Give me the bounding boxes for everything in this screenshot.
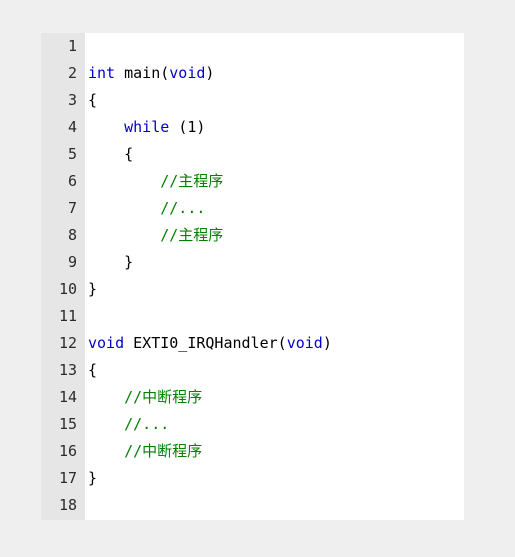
code-token-comment: //主程序 (160, 226, 224, 244)
line-number: 11 (58, 307, 77, 325)
code-token-kw: void (169, 64, 206, 82)
code-token-comment: //中断程序 (124, 388, 203, 406)
code-token-kw: void (286, 334, 323, 352)
code-token-comment: //主程序 (160, 172, 224, 190)
code-token-kw: void (88, 334, 125, 352)
code-line[interactable]: 8 //主程序 (41, 222, 464, 249)
code-token-punct: ) (322, 334, 332, 352)
code-token-kw: int (88, 64, 116, 82)
code-line[interactable]: 17} (41, 465, 464, 492)
line-number: 14 (58, 388, 77, 406)
line-code[interactable]: //... (88, 411, 169, 438)
code-token-punct: ) (205, 64, 215, 82)
line-code[interactable]: //主程序 (88, 222, 223, 249)
code-token-punct: ) (196, 118, 206, 136)
line-number: 7 (67, 199, 77, 217)
line-code[interactable]: //... (88, 195, 205, 222)
line-number: 12 (58, 334, 77, 352)
line-number: 8 (67, 226, 77, 244)
line-number: 13 (58, 361, 77, 379)
line-number: 1 (67, 37, 77, 55)
code-line[interactable]: 6 //主程序 (41, 168, 464, 195)
code-token-plain: EXTI0_IRQHandler (133, 334, 278, 352)
code-line[interactable]: 14 //中断程序 (41, 384, 464, 411)
code-line[interactable]: 11 (41, 303, 464, 330)
line-code[interactable]: void EXTI0_IRQHandler(void) (88, 330, 332, 357)
line-code[interactable]: int main(void) (88, 60, 214, 87)
line-code[interactable]: } (88, 249, 133, 276)
code-token-comment: //... (124, 415, 170, 433)
code-line[interactable]: 4 while (1) (41, 114, 464, 141)
code-line[interactable]: 5 { (41, 141, 464, 168)
line-number: 16 (58, 442, 77, 460)
line-number: 4 (67, 118, 77, 136)
code-line[interactable]: 1 (41, 33, 464, 60)
line-code[interactable]: //中断程序 (88, 384, 202, 411)
code-token-punct: } (88, 469, 98, 487)
code-token-punct: { (88, 91, 98, 109)
line-number: 10 (58, 280, 77, 298)
code-line[interactable]: 9 } (41, 249, 464, 276)
code-line[interactable]: 15 //... (41, 411, 464, 438)
code-line[interactable]: 2 int main(void) (41, 60, 464, 87)
line-number: 18 (58, 496, 77, 514)
code-line[interactable]: 16 //中断程序 (41, 438, 464, 465)
line-number: 6 (67, 172, 77, 190)
line-code[interactable]: { (88, 141, 133, 168)
code-line[interactable]: 12 void EXTI0_IRQHandler(void) (41, 330, 464, 357)
code-line[interactable]: 7 //... (41, 195, 464, 222)
line-code[interactable]: //中断程序 (88, 438, 202, 465)
code-editor-panel[interactable]: 1 2 int main(void) 3{4 while (1) 5 {6 //主程序 7… (41, 33, 464, 520)
line-number: 17 (58, 469, 77, 487)
line-code[interactable]: } (88, 465, 97, 492)
line-number: 2 (67, 64, 77, 82)
line-code[interactable]: { (88, 87, 97, 114)
code-lines-container[interactable]: 1 2 int main(void) 3{4 while (1) 5 {6 //主程序 7… (41, 33, 464, 519)
code-line[interactable]: 13 { (41, 357, 464, 384)
code-token-punct: } (88, 280, 98, 298)
code-token-comment: //中断程序 (124, 442, 203, 460)
line-code[interactable]: //主程序 (88, 168, 223, 195)
line-number: 3 (67, 91, 77, 109)
line-code[interactable]: } (88, 276, 97, 303)
code-token-punct: } (124, 253, 134, 271)
code-token-comment: //... (160, 199, 206, 217)
code-token-punct: { (88, 361, 98, 379)
code-token-punct: { (124, 145, 134, 163)
code-token-punct: ( (178, 118, 188, 136)
line-number: 9 (67, 253, 77, 271)
line-code[interactable]: { (88, 357, 97, 384)
code-token-kw: while (124, 118, 170, 136)
code-token-plain: main (124, 64, 161, 82)
code-line[interactable]: 18 (41, 492, 464, 519)
code-token-punct: ( (160, 64, 170, 82)
code-token-punct: ( (277, 334, 287, 352)
line-number: 15 (58, 415, 77, 433)
line-code[interactable]: while (1) (88, 114, 205, 141)
code-line[interactable]: 3{ (41, 87, 464, 114)
code-line[interactable]: 10} (41, 276, 464, 303)
line-number: 5 (67, 145, 77, 163)
